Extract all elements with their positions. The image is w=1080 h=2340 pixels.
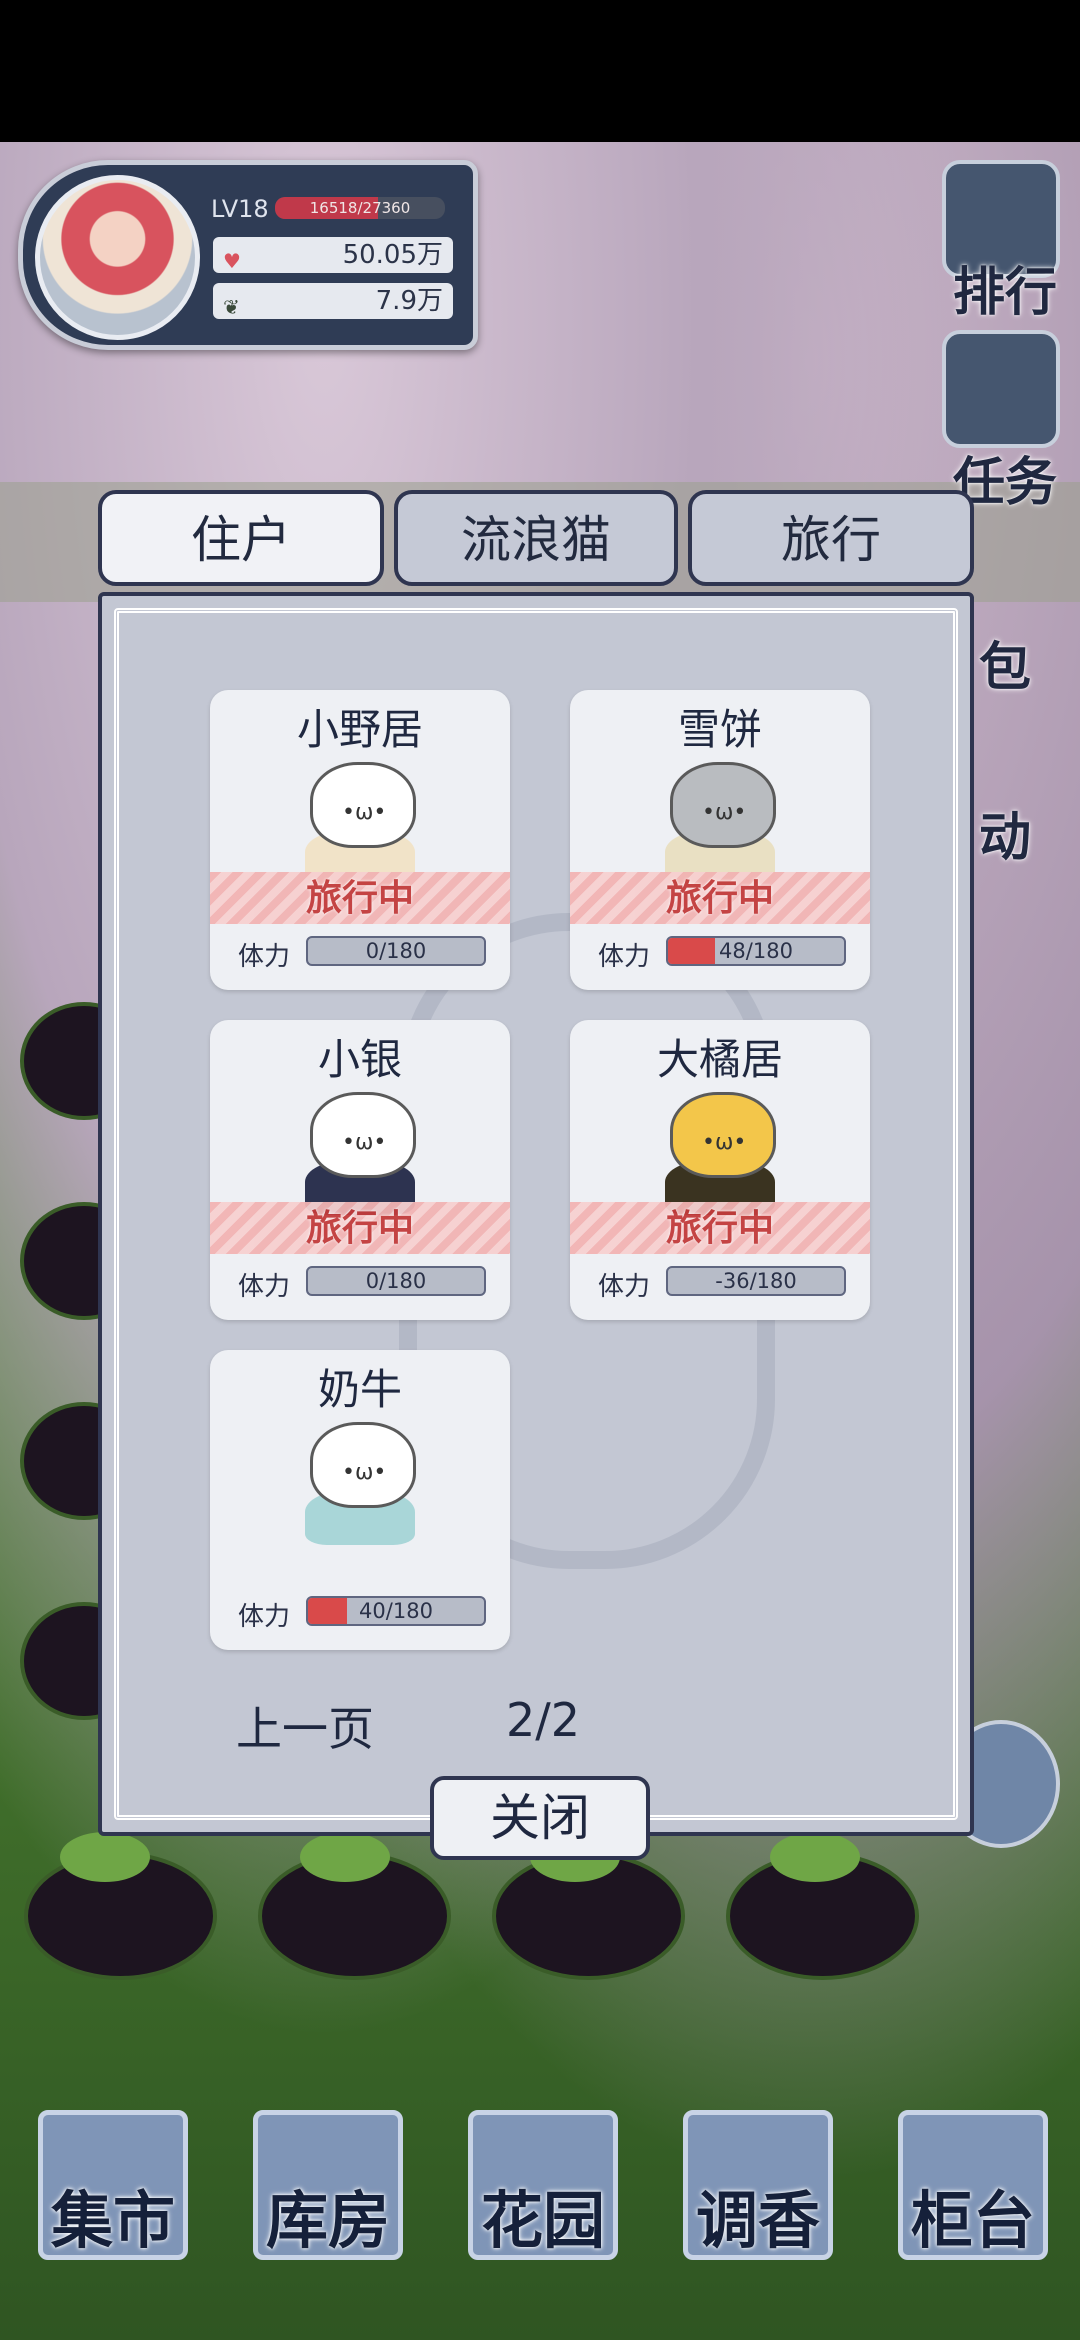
plant-leaves xyxy=(770,1832,860,1882)
stamina-bar: 40/180 xyxy=(306,1596,486,1626)
tasks-icon[interactable] xyxy=(942,330,1060,448)
cat-card[interactable]: 大橘居 •ω• 旅行中体力 -36/180 xyxy=(570,1020,870,1320)
stamina-label: 体力 xyxy=(238,1272,291,1302)
page-indicator: 2/2 xyxy=(506,1693,581,1747)
cat-face: •ω• xyxy=(702,800,747,825)
nav-garden[interactable]: 花园 xyxy=(458,2170,628,2260)
leaf-icon: ❦ xyxy=(223,295,240,319)
stamina-value: -36/180 xyxy=(715,1269,797,1293)
traveling-banner: 旅行中 xyxy=(570,872,870,924)
prev-page-button[interactable]: 上一页 xyxy=(236,1693,374,1759)
nav-market[interactable]: 集市 xyxy=(28,2170,198,2260)
stamina-value: 48/180 xyxy=(719,939,793,963)
player-avatar[interactable] xyxy=(35,175,200,340)
cat-name: 大橘居 xyxy=(656,1035,783,1084)
plant-leaves xyxy=(60,1832,150,1882)
cat-face: •ω• xyxy=(702,1130,747,1155)
tab-residents[interactable]: 住户 xyxy=(98,490,384,586)
close-button[interactable]: 关闭 xyxy=(430,1776,650,1860)
tab-travel[interactable]: 旅行 xyxy=(688,490,974,586)
coins-value: 50.05万 xyxy=(342,240,443,270)
cat-face: •ω• xyxy=(342,1130,387,1155)
traveling-banner: 旅行中 xyxy=(570,1202,870,1254)
stamina-value: 0/180 xyxy=(365,939,427,963)
seeds-value: 7.9万 xyxy=(375,286,443,316)
cat-portrait: •ω• xyxy=(290,752,430,885)
stamina-label: 体力 xyxy=(598,942,651,972)
xp-text: 16518/27360 xyxy=(309,199,411,217)
cat-card[interactable]: 雪饼 •ω• 旅行中体力 48/180 xyxy=(570,690,870,990)
cat-portrait: •ω• xyxy=(290,1082,430,1215)
seeds-counter: ❦ 7.9万 xyxy=(213,283,453,319)
cat-face: •ω• xyxy=(342,800,387,825)
plant-leaves xyxy=(300,1832,390,1882)
stamina-bar: 48/180 xyxy=(666,936,846,966)
cat-name: 奶牛 xyxy=(317,1365,402,1414)
cat-name: 小银 xyxy=(317,1035,402,1084)
player-level: LV18 xyxy=(211,195,269,223)
cat-name: 小野居 xyxy=(296,705,423,754)
heart-icon: ♥ xyxy=(223,249,241,273)
status-bar xyxy=(0,0,1080,142)
ranking-button[interactable]: 排行 xyxy=(940,250,1070,325)
nav-warehouse[interactable]: 库房 xyxy=(243,2170,413,2260)
tab-stray-cats[interactable]: 流浪猫 xyxy=(394,490,678,586)
cat-portrait: •ω• xyxy=(650,752,790,885)
nav-perfume[interactable]: 调香 xyxy=(673,2170,843,2260)
coins-counter: ♥ 50.05万 xyxy=(213,237,453,273)
cat-face: •ω• xyxy=(342,1460,387,1485)
stamina-label: 体力 xyxy=(238,942,291,972)
stamina-bar: 0/180 xyxy=(306,936,486,966)
cat-card[interactable]: 奶牛 •ω• 体力 40/180 xyxy=(210,1350,510,1650)
cat-card[interactable]: 小野居 •ω• 旅行中体力 0/180 xyxy=(210,690,510,990)
player-info-panel[interactable]: LV18 16518/27360 ♥ 50.05万 ❦ 7.9万 xyxy=(18,160,478,350)
stamina-value: 0/180 xyxy=(365,1269,427,1293)
traveling-banner: 旅行中 xyxy=(210,1202,510,1254)
cat-portrait: •ω• xyxy=(650,1082,790,1215)
traveling-banner: 旅行中 xyxy=(210,872,510,924)
stamina-bar: 0/180 xyxy=(306,1266,486,1296)
stamina-label: 体力 xyxy=(598,1272,651,1302)
cat-portrait: •ω• xyxy=(290,1412,430,1545)
stamina-value: 40/180 xyxy=(359,1599,433,1623)
stamina-bar: -36/180 xyxy=(666,1266,846,1296)
cat-name: 雪饼 xyxy=(677,705,762,754)
stamina-label: 体力 xyxy=(238,1602,291,1632)
cat-card[interactable]: 小银 •ω• 旅行中体力 0/180 xyxy=(210,1020,510,1320)
nav-counter[interactable]: 柜台 xyxy=(888,2170,1058,2260)
